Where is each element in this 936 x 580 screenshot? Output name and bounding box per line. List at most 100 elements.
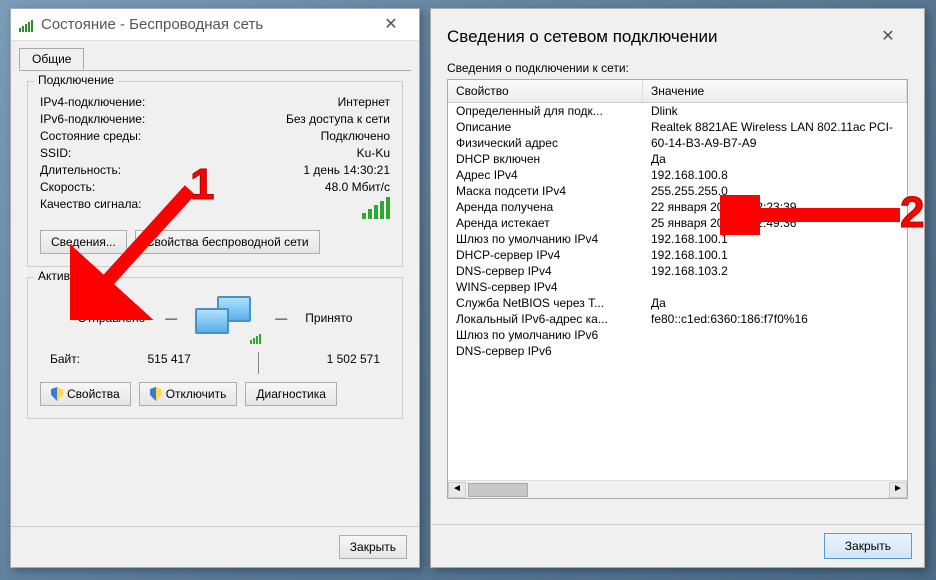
- close-button[interactable]: Закрыть: [339, 535, 407, 559]
- grid-row[interactable]: DHCP включенДа: [448, 151, 907, 167]
- details-window: Сведения о сетевом подключении ✕ Сведени…: [430, 8, 925, 568]
- grid-row[interactable]: DNS-сервер IPv6: [448, 343, 907, 359]
- grid-row[interactable]: Аренда получена22 января 2019 г. 22:23:3…: [448, 199, 907, 215]
- signal-icon: [19, 18, 35, 32]
- media-value: Подключено: [321, 129, 390, 143]
- grid-cell-value: [643, 328, 907, 342]
- grid-cell-property: Служба NetBIOS через T...: [448, 296, 643, 310]
- properties-button[interactable]: Свойства: [40, 382, 131, 406]
- disable-button[interactable]: Отключить: [139, 382, 238, 406]
- details-button[interactable]: Сведения...: [40, 230, 127, 254]
- status-window: Состояние - Беспроводная сеть ✕ Общие По…: [10, 8, 420, 568]
- grid-row[interactable]: Служба NetBIOS через T...Да: [448, 295, 907, 311]
- col-value[interactable]: Значение: [643, 80, 907, 102]
- recv-label: Принято: [305, 311, 352, 325]
- grid-cell-value: 255.255.255.0: [643, 184, 907, 198]
- duration-label: Длительность:: [40, 163, 121, 177]
- ipv4-value: Интернет: [338, 95, 390, 109]
- bytes-label: Байт:: [50, 352, 80, 374]
- close-icon[interactable]: ✕: [868, 23, 908, 51]
- ssid-label: SSID:: [40, 146, 71, 160]
- status-footer: Закрыть: [11, 526, 419, 567]
- bytes-sent: 515 417: [147, 352, 190, 374]
- grid-cell-value: 25 января 2019 г. 12:49:36: [643, 216, 907, 230]
- close-icon[interactable]: ✕: [371, 11, 411, 39]
- grid-row[interactable]: DHCP-сервер IPv4192.168.100.1: [448, 247, 907, 263]
- scroll-left-arrow-icon[interactable]: ◄: [448, 482, 466, 498]
- grid-cell-property: DHCP-сервер IPv4: [448, 248, 643, 262]
- close-button[interactable]: Закрыть: [824, 533, 912, 559]
- duration-value: 1 день 14:30:21: [303, 163, 390, 177]
- grid-body[interactable]: Определенный для подк...DlinkОписаниеRea…: [448, 103, 907, 477]
- shield-icon: [51, 387, 63, 401]
- diagnose-button[interactable]: Диагностика: [245, 382, 337, 406]
- grid-cell-value: [643, 344, 907, 358]
- scroll-right-arrow-icon[interactable]: ►: [889, 482, 907, 498]
- media-label: Состояние среды:: [40, 129, 141, 143]
- details-grid: Свойство Значение Определенный для подк.…: [447, 79, 908, 499]
- speed-label: Скорость:: [40, 180, 95, 194]
- connection-group: Подключение IPv4-подключение:Интернет IP…: [27, 81, 403, 267]
- network-monitors-icon: [195, 294, 255, 342]
- grid-cell-value: Realtek 8821AE Wireless LAN 802.11ac PCI…: [643, 120, 907, 134]
- sent-label: Отправлено: [78, 311, 146, 325]
- ipv6-label: IPv6-подключение:: [40, 112, 145, 126]
- grid-cell-property: Адрес IPv4: [448, 168, 643, 182]
- grid-cell-property: DHCP включен: [448, 152, 643, 166]
- quality-label: Качество сигнала:: [40, 197, 141, 222]
- horizontal-scrollbar[interactable]: ◄ ►: [448, 480, 907, 498]
- grid-cell-value: Dlink: [643, 104, 907, 118]
- ipv6-value: Без доступа к сети: [286, 112, 390, 126]
- details-subtitle: Сведения о подключении к сети:: [431, 61, 924, 79]
- details-title-bar[interactable]: Сведения о сетевом подключении ✕: [431, 9, 924, 61]
- grid-row[interactable]: DNS-сервер IPv4192.168.103.2: [448, 263, 907, 279]
- tabs: Общие: [19, 47, 411, 71]
- grid-cell-value: Да: [643, 152, 907, 166]
- grid-header: Свойство Значение: [448, 80, 907, 103]
- grid-row[interactable]: ОписаниеRealtek 8821AE Wireless LAN 802.…: [448, 119, 907, 135]
- divider-icon: [258, 352, 259, 374]
- grid-cell-property: Определенный для подк...: [448, 104, 643, 118]
- group-title-activity: Активность: [34, 269, 105, 283]
- details-footer: Закрыть: [431, 524, 924, 567]
- scroll-thumb[interactable]: [468, 483, 528, 497]
- grid-row[interactable]: Локальный IPv6-адрес ка...fe80::c1ed:636…: [448, 311, 907, 327]
- grid-cell-value: 192.168.100.1: [643, 248, 907, 262]
- grid-cell-value: 192.168.103.2: [643, 264, 907, 278]
- grid-cell-value: 22 января 2019 г. 22:23:39: [643, 200, 907, 214]
- grid-row[interactable]: Адрес IPv4192.168.100.8: [448, 167, 907, 183]
- signal-quality-icon: [362, 197, 390, 219]
- grid-cell-value: 60-14-B3-A9-B7-A9: [643, 136, 907, 150]
- window-title: Состояние - Беспроводная сеть: [41, 16, 371, 33]
- ipv4-label: IPv4-подключение:: [40, 95, 145, 109]
- activity-group: Активность Отправлено — — Принято Байт: …: [27, 277, 403, 419]
- bytes-recv: 1 502 571: [327, 352, 380, 374]
- grid-cell-property: Шлюз по умолчанию IPv4: [448, 232, 643, 246]
- grid-row[interactable]: WINS-сервер IPv4: [448, 279, 907, 295]
- grid-cell-property: Физический адрес: [448, 136, 643, 150]
- grid-row[interactable]: Шлюз по умолчанию IPv6: [448, 327, 907, 343]
- col-property[interactable]: Свойство: [448, 80, 643, 102]
- grid-cell-property: Описание: [448, 120, 643, 134]
- grid-cell-property: Локальный IPv6-адрес ка...: [448, 312, 643, 326]
- details-window-title: Сведения о сетевом подключении: [447, 27, 868, 47]
- grid-cell-value: 192.168.100.8: [643, 168, 907, 182]
- grid-row[interactable]: Физический адрес60-14-B3-A9-B7-A9: [448, 135, 907, 151]
- grid-cell-property: Аренда получена: [448, 200, 643, 214]
- group-title-connection: Подключение: [34, 73, 118, 87]
- grid-cell-value: [643, 280, 907, 294]
- shield-icon: [150, 387, 162, 401]
- grid-row[interactable]: Аренда истекает25 января 2019 г. 12:49:3…: [448, 215, 907, 231]
- grid-cell-value: fe80::c1ed:6360:186:f7f0%16: [643, 312, 907, 326]
- ssid-value: Ku-Ku: [357, 146, 390, 160]
- grid-cell-property: Аренда истекает: [448, 216, 643, 230]
- title-bar[interactable]: Состояние - Беспроводная сеть ✕: [11, 9, 419, 41]
- grid-cell-value: Да: [643, 296, 907, 310]
- grid-row[interactable]: Шлюз по умолчанию IPv4192.168.100.1: [448, 231, 907, 247]
- grid-row[interactable]: Маска подсети IPv4255.255.255.0: [448, 183, 907, 199]
- speed-value: 48.0 Мбит/с: [325, 180, 390, 194]
- wireless-properties-button[interactable]: Свойства беспроводной сети: [135, 230, 320, 254]
- grid-row[interactable]: Определенный для подк...Dlink: [448, 103, 907, 119]
- grid-cell-property: DNS-сервер IPv6: [448, 344, 643, 358]
- tab-general[interactable]: Общие: [19, 48, 84, 70]
